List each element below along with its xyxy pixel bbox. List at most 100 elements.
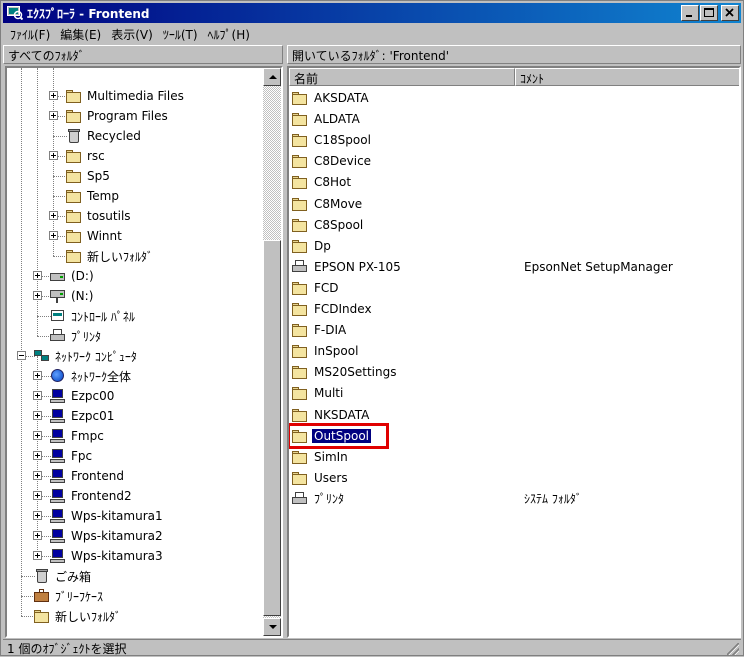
tree-item[interactable]: Frontend2 — [49, 486, 132, 506]
list-item[interactable]: Users — [291, 468, 350, 488]
folder-icon — [291, 90, 309, 106]
expand-icon[interactable] — [33, 271, 42, 280]
all-folders-header: すべてのﾌｫﾙﾀﾞ — [3, 45, 283, 64]
list-item[interactable]: C8Move — [291, 194, 364, 214]
tree-item-label: ﾌﾞﾘｰﾌｹｰｽ — [55, 589, 104, 604]
folder-icon — [65, 188, 83, 204]
list-item[interactable]: C8Spool — [291, 215, 365, 235]
menu-help[interactable]: ﾍﾙﾌﾟ(H) — [205, 26, 257, 43]
list-item[interactable]: C8Hot — [291, 172, 353, 192]
tree-item-label: Program Files — [87, 109, 168, 123]
menu-file[interactable]: ﾌｧｲﾙ(F) — [7, 26, 57, 43]
tree-scrollbar[interactable] — [263, 68, 281, 636]
printer-folder-icon — [291, 491, 309, 507]
folder-icon — [291, 301, 309, 317]
expand-icon[interactable] — [33, 531, 42, 540]
scroll-up-button[interactable] — [263, 68, 281, 86]
tree-item-label: Temp — [87, 189, 119, 203]
tree-item[interactable]: (N:) — [49, 286, 93, 306]
expand-icon[interactable] — [33, 451, 42, 460]
expand-icon[interactable] — [33, 411, 42, 420]
tree-item-label: Frontend — [71, 469, 124, 483]
folder-icon — [291, 280, 309, 296]
minimize-button[interactable] — [681, 5, 699, 21]
expand-icon[interactable] — [33, 511, 42, 520]
computer-icon — [49, 408, 67, 424]
expand-icon[interactable] — [33, 391, 42, 400]
list-item[interactable]: MS20Settings — [291, 362, 398, 382]
folder-icon — [291, 343, 309, 359]
tree-item[interactable]: (D:) — [49, 266, 94, 286]
tree-item[interactable]: ﾌﾟﾘﾝﾀ — [49, 326, 101, 346]
expand-icon[interactable] — [49, 151, 58, 160]
scroll-thumb[interactable] — [263, 240, 281, 616]
menu-edit[interactable]: 編集(E) — [57, 26, 108, 43]
tree-item[interactable]: Frontend — [49, 466, 124, 486]
list-item[interactable]: ﾌﾟﾘﾝﾀ ｼｽﾃﾑ ﾌｫﾙﾀﾞ — [291, 489, 582, 509]
list-item[interactable]: InSpool — [291, 341, 360, 361]
tree-item[interactable]: 新しいﾌｫﾙﾀﾞ — [33, 606, 121, 626]
tree-item[interactable]: ﾈｯﾄﾜｰｸ ｺﾝﾋﾟｭｰﾀ — [33, 346, 137, 366]
tree-item[interactable]: 新しいﾌｫﾙﾀﾞ — [65, 246, 153, 266]
menu-tools[interactable]: ﾂｰﾙ(T) — [160, 26, 205, 43]
expand-icon[interactable] — [33, 431, 42, 440]
tree-item[interactable]: Program Files — [65, 106, 168, 126]
expand-icon[interactable] — [49, 231, 58, 240]
tree-item[interactable]: Ezpc01 — [49, 406, 114, 426]
tree-item[interactable]: Temp — [65, 186, 119, 206]
list-item[interactable]: C18Spool — [291, 130, 373, 150]
resize-grip-icon[interactable] — [727, 643, 739, 655]
title-bar[interactable]: ｴｸｽﾌﾟﾛｰﾗ - Frontend — [3, 3, 741, 23]
expand-icon[interactable] — [49, 211, 58, 220]
tree-item[interactable]: Wps-kitamura3 — [49, 546, 163, 566]
list-item[interactable]: C8Device — [291, 151, 373, 171]
maximize-button[interactable] — [700, 5, 718, 21]
expand-icon[interactable] — [33, 551, 42, 560]
tree-item[interactable]: ﾌﾞﾘｰﾌｹｰｽ — [33, 586, 103, 606]
collapse-icon[interactable] — [17, 351, 26, 360]
expand-icon[interactable] — [49, 91, 58, 100]
list-item[interactable]: AKSDATA — [291, 88, 371, 108]
list-item-name: Multi — [314, 386, 344, 401]
list-item[interactable]: ALDATA — [291, 109, 362, 129]
list-item[interactable]: EPSON PX-105 EpsonNet SetupManager — [291, 257, 673, 277]
tree-item[interactable]: Multimedia Files — [65, 86, 184, 106]
window-title: ｴｸｽﾌﾟﾛｰﾗ - Frontend — [27, 6, 150, 21]
tree-item[interactable]: Fpc — [49, 446, 92, 466]
tree-item[interactable]: Fmpc — [49, 426, 104, 446]
tree-item-label: Ezpc00 — [71, 389, 115, 403]
tree-item[interactable]: tosutils — [65, 206, 131, 226]
column-header-comment[interactable]: ｺﾒﾝﾄ — [515, 68, 739, 86]
tree-item[interactable]: rsc — [65, 146, 105, 166]
computer-icon — [49, 448, 67, 464]
list-item[interactable]: F-DIA — [291, 320, 348, 340]
expand-icon[interactable] — [33, 471, 42, 480]
tree-item[interactable]: ﾈｯﾄﾜｰｸ全体 — [49, 366, 131, 386]
tree-item[interactable]: ｺﾝﾄﾛｰﾙ ﾊﾟﾈﾙ — [49, 306, 135, 326]
expand-icon[interactable] — [33, 371, 42, 380]
tree-item-label: Wps-kitamura3 — [71, 549, 163, 563]
list-item[interactable]: NKSDATA — [291, 405, 371, 425]
list-item[interactable]: Dp — [291, 236, 333, 256]
list-item[interactable]: FCDIndex — [291, 299, 374, 319]
menu-view[interactable]: 表示(V) — [108, 26, 160, 43]
expand-icon[interactable] — [33, 291, 42, 300]
tree-item[interactable]: Winnt — [65, 226, 122, 246]
tree-item[interactable]: Sp5 — [65, 166, 110, 186]
column-header-name[interactable]: 名前 — [289, 68, 515, 86]
expand-icon[interactable] — [33, 491, 42, 500]
folder-icon — [65, 88, 83, 104]
scroll-down-button[interactable] — [263, 618, 281, 636]
tree-item[interactable]: ごみ箱 — [33, 566, 91, 586]
tree-item[interactable]: Recycled — [65, 126, 141, 146]
folder-icon — [65, 148, 83, 164]
close-button[interactable] — [721, 5, 739, 21]
tree-item[interactable]: Wps-kitamura1 — [49, 506, 163, 526]
tree-item[interactable]: Ezpc00 — [49, 386, 114, 406]
network-drive-icon — [49, 288, 67, 304]
list-item[interactable]: SimIn — [291, 447, 350, 467]
tree-item[interactable]: Wps-kitamura2 — [49, 526, 163, 546]
expand-icon[interactable] — [49, 111, 58, 120]
list-item[interactable]: Multi — [291, 383, 345, 403]
list-item[interactable]: FCD — [291, 278, 341, 298]
